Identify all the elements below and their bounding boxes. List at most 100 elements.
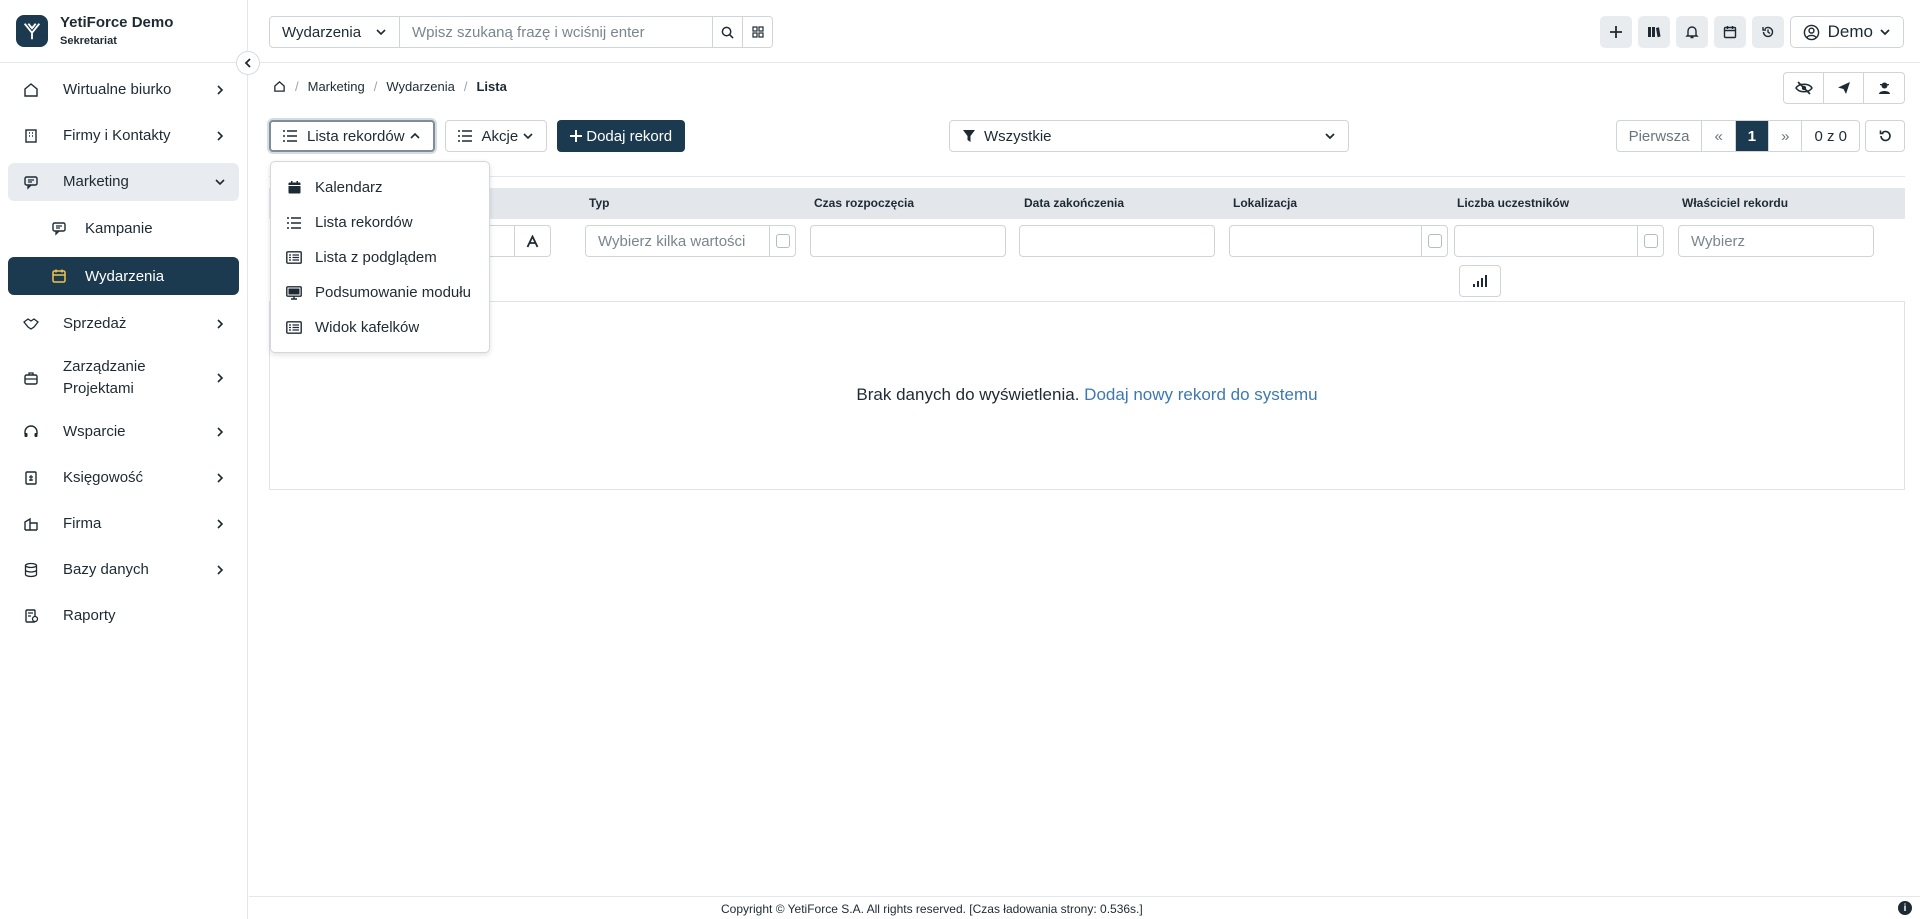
menu-item-lista-rekordow[interactable]: Lista rekordów bbox=[271, 205, 489, 240]
empty-message: Brak danych do wyświetlenia. Dodaj nowy … bbox=[270, 385, 1904, 405]
reminders-button[interactable] bbox=[1713, 16, 1746, 48]
participants-filter-input[interactable] bbox=[1454, 225, 1664, 257]
pager-current-page[interactable]: 1 bbox=[1735, 121, 1770, 151]
pager-first[interactable]: Pierwsza bbox=[1617, 121, 1703, 151]
sidebar-item-wydarzenia[interactable]: Wydarzenia bbox=[8, 257, 239, 295]
handshake-icon bbox=[22, 315, 40, 333]
history-button[interactable] bbox=[1751, 16, 1784, 48]
menu-item-widok-kafelkow[interactable]: Widok kafelków bbox=[271, 310, 489, 345]
brand[interactable]: YetiForce Demo Sekretariat bbox=[0, 0, 247, 63]
location-filter-input[interactable] bbox=[1229, 225, 1448, 257]
search-icon bbox=[721, 26, 734, 39]
owner-filter-select[interactable]: Wybierz bbox=[1678, 225, 1874, 257]
add-record-button[interactable]: Dodaj rekord bbox=[557, 120, 686, 152]
agent-button[interactable] bbox=[1864, 73, 1904, 103]
tiles-icon bbox=[286, 320, 302, 336]
column-header-wlasciciel-rekordu[interactable]: Właściciel rekordu bbox=[1682, 196, 1788, 210]
menu-item-kalendarz[interactable]: Kalendarz bbox=[271, 170, 489, 205]
chevron-down-icon bbox=[1325, 133, 1335, 140]
sidebar-item-label: Marketing bbox=[63, 173, 129, 191]
info-icon[interactable]: i bbox=[1898, 901, 1912, 915]
column-header-data-zakonczenia[interactable]: Data zakończenia bbox=[1024, 196, 1124, 210]
list-preview-icon bbox=[286, 250, 302, 266]
column-header-liczba-uczestnikow[interactable]: Liczba uczestników bbox=[1457, 196, 1569, 210]
building-icon bbox=[22, 127, 40, 145]
megaphone-icon bbox=[22, 173, 40, 191]
type-filter-select[interactable]: Wybierz kilka wartości bbox=[585, 225, 796, 257]
breadcrumb-separator: / bbox=[295, 79, 299, 94]
view-switch-label: Lista rekordów bbox=[307, 127, 405, 145]
chevron-left-icon bbox=[244, 58, 251, 68]
chevron-down-icon bbox=[1880, 29, 1890, 36]
pager-count[interactable]: 0 z 0 bbox=[1802, 121, 1859, 151]
sidebar-item-label: Księgowość bbox=[63, 469, 144, 487]
menu-item-label: Kalendarz bbox=[315, 179, 383, 196]
actions-button[interactable]: Akcje bbox=[444, 120, 548, 152]
knowledge-base-button[interactable] bbox=[1637, 16, 1670, 48]
notifications-button[interactable] bbox=[1675, 16, 1708, 48]
empty-results: Brak danych do wyświetlenia. Dodaj nowy … bbox=[269, 301, 1905, 490]
accounting-icon bbox=[22, 469, 40, 487]
sidebar-item-wsparcie[interactable]: Wsparcie bbox=[8, 413, 239, 451]
headset-icon bbox=[22, 423, 40, 441]
type-filter-checkbox[interactable] bbox=[769, 226, 795, 256]
reports-icon bbox=[22, 607, 40, 625]
chevron-down-icon bbox=[523, 133, 533, 140]
sidebar-item-firmy-i-kontakty[interactable]: Firmy i Kontakty bbox=[8, 117, 239, 155]
summary-chart-button[interactable] bbox=[1459, 265, 1501, 297]
home-icon bbox=[22, 81, 40, 99]
type-filter-placeholder: Wybierz kilka wartości bbox=[598, 232, 746, 250]
sidebar-item-zarzadzanie-projektami[interactable]: Zarządzanie Projektami bbox=[8, 351, 239, 405]
sidebar-item-kampanie[interactable]: Kampanie bbox=[8, 209, 239, 247]
end-date-filter-input[interactable] bbox=[1019, 225, 1215, 257]
sidebar-item-marketing[interactable]: Marketing bbox=[8, 163, 239, 201]
search-button[interactable] bbox=[712, 17, 742, 47]
breadcrumb-wydarzenia[interactable]: Wydarzenia bbox=[386, 79, 455, 94]
sidebar-item-firma[interactable]: Firma bbox=[8, 505, 239, 543]
view-switch-button[interactable]: Lista rekordów bbox=[269, 120, 435, 152]
advanced-search-button[interactable] bbox=[742, 17, 772, 47]
case-sensitive-icon[interactable] bbox=[514, 226, 550, 256]
menu-item-lista-z-podgladem[interactable]: Lista z podglądem bbox=[271, 240, 489, 275]
monitor-icon bbox=[286, 285, 302, 301]
sidebar-item-label: Zarządzanie Projektami bbox=[63, 358, 146, 397]
participants-filter-checkbox[interactable] bbox=[1637, 226, 1663, 256]
start-time-filter-input[interactable] bbox=[810, 225, 1006, 257]
breadcrumb-marketing[interactable]: Marketing bbox=[308, 79, 365, 94]
sidebar-item-raporty[interactable]: Raporty bbox=[8, 597, 239, 635]
send-button[interactable] bbox=[1824, 73, 1864, 103]
home-icon[interactable] bbox=[273, 80, 286, 93]
column-header-typ[interactable]: Typ bbox=[589, 196, 609, 210]
campaign-icon bbox=[50, 219, 68, 237]
hide-button[interactable] bbox=[1784, 73, 1824, 103]
sidebar-item-wirtualne-biurko[interactable]: Wirtualne biurko bbox=[8, 71, 239, 109]
custom-view-filter[interactable]: Wszystkie bbox=[949, 120, 1349, 152]
sidebar-item-bazy-danych[interactable]: Bazy danych bbox=[8, 551, 239, 589]
pager-next[interactable]: » bbox=[1769, 121, 1803, 151]
pager-prev[interactable]: « bbox=[1702, 121, 1736, 151]
column-header-lokalizacja[interactable]: Lokalizacja bbox=[1233, 196, 1297, 210]
top-actions: Demo bbox=[1594, 16, 1904, 48]
add-new-record-link[interactable]: Dodaj nowy rekord do systemu bbox=[1084, 385, 1317, 404]
menu-item-podsumowanie-modulu[interactable]: Podsumowanie modułu bbox=[271, 275, 489, 310]
user-menu-button[interactable]: Demo bbox=[1789, 16, 1904, 48]
breadcrumb: / Marketing / Wydarzenia / Lista bbox=[273, 79, 507, 94]
chevron-right-icon bbox=[217, 519, 224, 529]
undo-icon bbox=[1879, 130, 1891, 142]
search-module-select[interactable]: Wydarzenia bbox=[270, 17, 400, 47]
location-filter-checkbox[interactable] bbox=[1421, 226, 1447, 256]
sidebar-item-sprzedaz[interactable]: Sprzedaż bbox=[8, 305, 239, 343]
chevron-right-icon bbox=[217, 473, 224, 483]
refresh-button[interactable] bbox=[1865, 120, 1905, 152]
chevron-right-icon bbox=[217, 131, 224, 141]
top-bar: Wydarzenia Demo bbox=[249, 0, 1920, 63]
column-header-czas-rozpoczecia[interactable]: Czas rozpoczęcia bbox=[814, 196, 914, 210]
search-input[interactable] bbox=[400, 17, 712, 47]
sidebar-item-label: Wsparcie bbox=[63, 423, 126, 441]
quick-create-button[interactable] bbox=[1599, 16, 1632, 48]
collapse-sidebar-button[interactable] bbox=[236, 51, 260, 75]
calendar-icon bbox=[1723, 26, 1736, 39]
sidebar-item-ksiegowosc[interactable]: Księgowość bbox=[8, 459, 239, 497]
filter-icon bbox=[963, 130, 975, 142]
empty-text: Brak danych do wyświetlenia. bbox=[856, 385, 1080, 404]
